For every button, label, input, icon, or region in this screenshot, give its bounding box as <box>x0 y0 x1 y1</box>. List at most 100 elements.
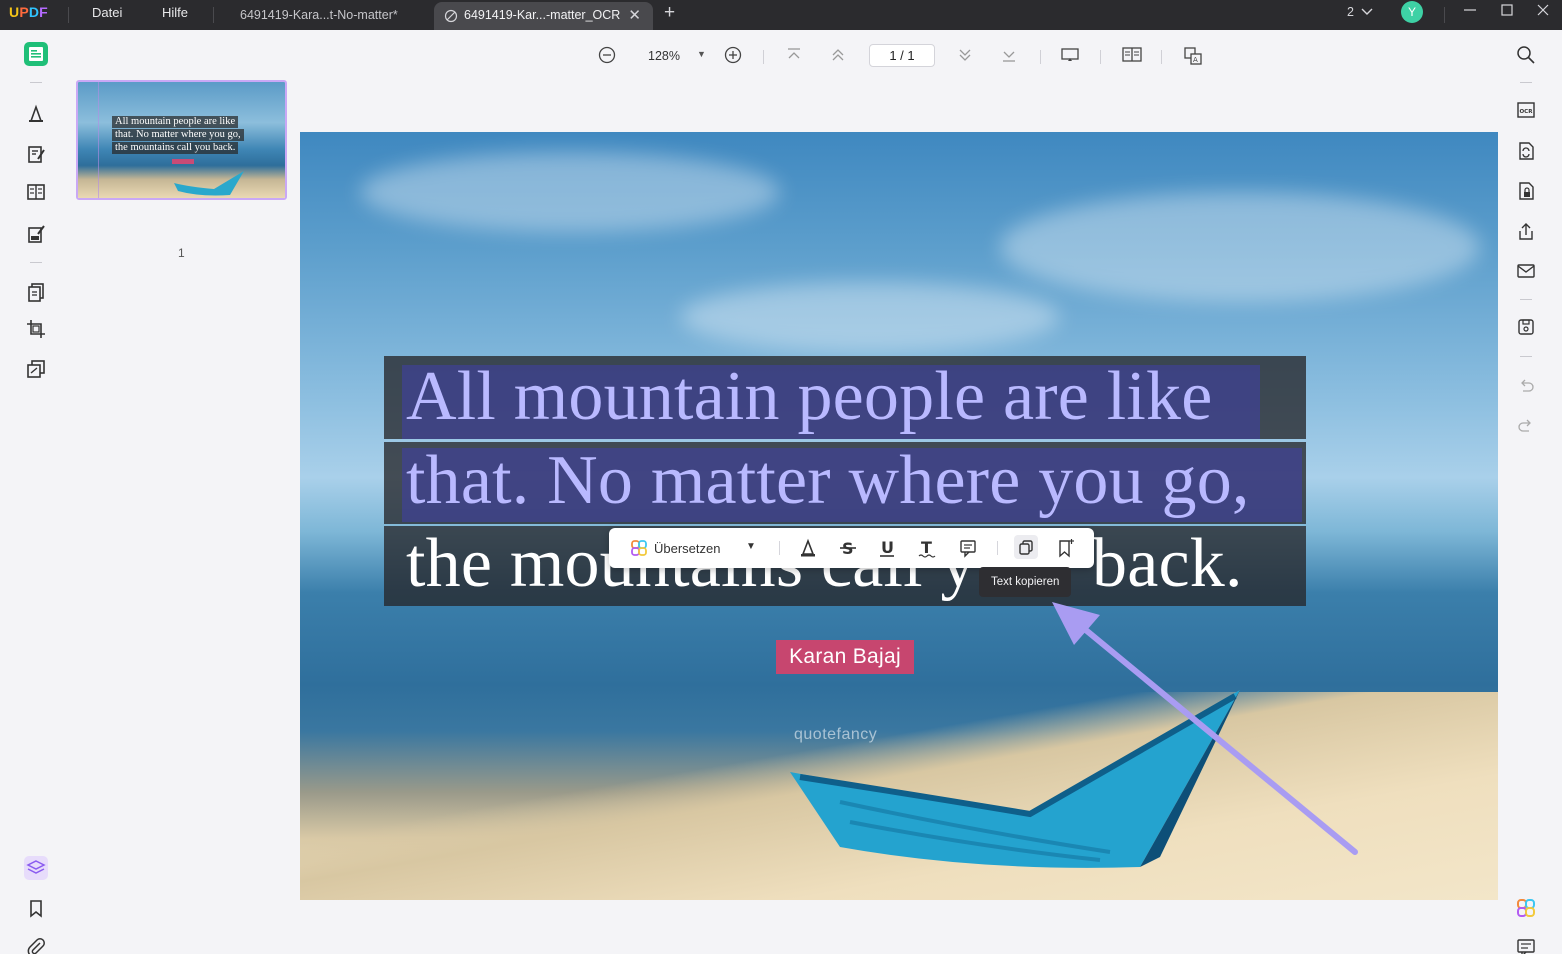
zoom-out-icon[interactable] <box>598 46 616 67</box>
menu-datei[interactable]: Datei <box>92 5 122 20</box>
share-icon[interactable] <box>1515 221 1537 243</box>
undo-icon[interactable] <box>1515 374 1537 396</box>
strikethrough-icon[interactable]: S <box>839 538 857 561</box>
toolbar-separator <box>1520 299 1532 300</box>
close-tab-icon[interactable]: ✕ <box>628 6 641 24</box>
right-toolbar: OCR <box>1498 30 1562 954</box>
thumbnail-line: that. No matter where you go, <box>112 129 244 141</box>
last-page-icon[interactable] <box>1001 46 1017 67</box>
reader-icon[interactable] <box>24 42 48 66</box>
close-window-button[interactable] <box>1535 2 1551 23</box>
ai-assistant-icon[interactable] <box>1515 897 1537 919</box>
organize-pages-icon[interactable] <box>24 280 48 304</box>
window-count[interactable]: 2 <box>1347 5 1373 19</box>
fill-sign-icon[interactable] <box>24 222 48 246</box>
pdf-page: All mountain people are like that. No ma… <box>300 132 1498 900</box>
new-tab-button[interactable]: + <box>664 2 675 24</box>
title-bar: UPDF Datei Hilfe 6491419-Kara...t-No-mat… <box>0 0 1562 30</box>
convert-icon[interactable] <box>1515 140 1537 162</box>
avatar[interactable]: Y <box>1401 1 1423 23</box>
close-icon <box>1537 4 1549 16</box>
thumbnail-author <box>172 159 194 164</box>
ocr-icon[interactable]: OCR <box>1515 99 1537 121</box>
copy-text-tooltip: Text kopieren <box>979 567 1072 597</box>
bookmark-add-icon[interactable] <box>1057 538 1075 561</box>
translate-page-icon[interactable]: A <box>1183 46 1203 69</box>
protect-icon[interactable] <box>1515 180 1537 202</box>
first-page-icon[interactable] <box>786 46 802 67</box>
cloud <box>1000 192 1480 302</box>
toolbar-separator <box>30 262 42 263</box>
add-comment-icon[interactable] <box>959 538 977 561</box>
page-layout-icon[interactable] <box>1121 46 1143 67</box>
layers-icon[interactable] <box>24 856 48 880</box>
minimize-icon <box>1464 9 1476 11</box>
next-page-icon[interactable] <box>957 46 973 67</box>
translate-button[interactable]: Übersetzen <box>654 541 720 556</box>
updf-logo: UPDF <box>9 4 48 20</box>
form-icon[interactable] <box>24 180 48 204</box>
save-icon[interactable] <box>1515 316 1537 338</box>
author-badge: Karan Bajaj <box>776 640 914 674</box>
quote-line-2[interactable]: that. No matter where you go, <box>406 441 1250 521</box>
annotation-arrow <box>1052 602 1358 855</box>
thumbnail-boat <box>174 171 244 196</box>
page-number-input[interactable]: 1 / 1 <box>869 44 935 67</box>
comments-panel-icon[interactable] <box>1515 936 1537 954</box>
toolbar-separator <box>1520 82 1532 83</box>
zoom-level[interactable]: 128% <box>648 49 680 63</box>
ai-translate-icon[interactable] <box>630 539 648 560</box>
copy-text-icon[interactable] <box>1014 535 1038 559</box>
highlight-icon[interactable] <box>799 538 817 561</box>
ocr-file-icon <box>444 9 458 26</box>
tab-label: 6491419-Kara...t-No-matter* <box>240 8 398 22</box>
tab-document-2[interactable]: 6491419-Kar...-matter_OCR ✕ <box>434 2 653 30</box>
edit-pdf-icon[interactable] <box>24 142 48 166</box>
bookmark-icon[interactable] <box>24 896 48 920</box>
previous-page-icon[interactable] <box>830 46 846 67</box>
translate-dropdown-icon[interactable]: ▼ <box>746 541 756 552</box>
left-toolbar <box>0 30 64 954</box>
tab-document-1[interactable]: 6491419-Kara...t-No-matter* <box>240 2 425 30</box>
toolbar-separator <box>1161 50 1162 64</box>
underline-icon[interactable]: U <box>878 538 896 561</box>
document-area: All mountain people are like that. No ma… <box>300 82 1498 954</box>
top-toolbar: 128% ▼ 1 / 1 A <box>300 30 1498 82</box>
title-separator <box>213 7 214 23</box>
cloud <box>360 152 780 232</box>
thumbnail-frame <box>98 82 99 198</box>
page-thumbnail[interactable]: All mountain people are like that. No ma… <box>76 80 287 200</box>
cloud <box>680 282 1060 352</box>
zoom-in-icon[interactable] <box>724 46 742 67</box>
tab-label: 6491419-Kar...-matter_OCR <box>464 8 621 22</box>
search-icon[interactable] <box>1515 44 1537 66</box>
presentation-icon[interactable] <box>1060 46 1080 67</box>
email-icon[interactable] <box>1515 260 1537 282</box>
title-separator <box>1444 7 1445 23</box>
toolbar-separator <box>997 541 998 555</box>
maximize-icon <box>1501 4 1513 16</box>
toolbar-separator <box>1040 50 1041 64</box>
thumbnail-line: the mountains call you back. <box>112 142 239 154</box>
toolbar-separator <box>30 82 42 83</box>
crop-icon[interactable] <box>24 317 48 341</box>
maximize-button[interactable] <box>1499 2 1515 23</box>
redo-icon[interactable] <box>1515 414 1537 436</box>
chevron-down-icon <box>1361 8 1373 15</box>
zoom-dropdown-icon[interactable]: ▼ <box>697 49 706 59</box>
selection-toolbar: Übersetzen ▼ S U T <box>609 528 1094 568</box>
thumbnail-pane: All mountain people are like that. No ma… <box>64 30 300 954</box>
toolbar-separator <box>763 50 764 64</box>
attachment-icon[interactable] <box>24 935 48 954</box>
svg-text:OCR: OCR <box>1520 109 1534 115</box>
minimize-button[interactable] <box>1462 2 1478 23</box>
squiggly-icon[interactable]: T <box>918 538 936 561</box>
toolbar-separator <box>779 541 780 555</box>
toolbar-separator <box>1100 50 1101 64</box>
menu-hilfe[interactable]: Hilfe <box>162 5 188 20</box>
title-separator <box>68 7 69 23</box>
comment-icon[interactable] <box>24 102 48 126</box>
quote-line-1[interactable]: All mountain people are like <box>406 357 1212 437</box>
window-count-value: 2 <box>1347 5 1354 19</box>
batch-icon[interactable] <box>24 357 48 381</box>
